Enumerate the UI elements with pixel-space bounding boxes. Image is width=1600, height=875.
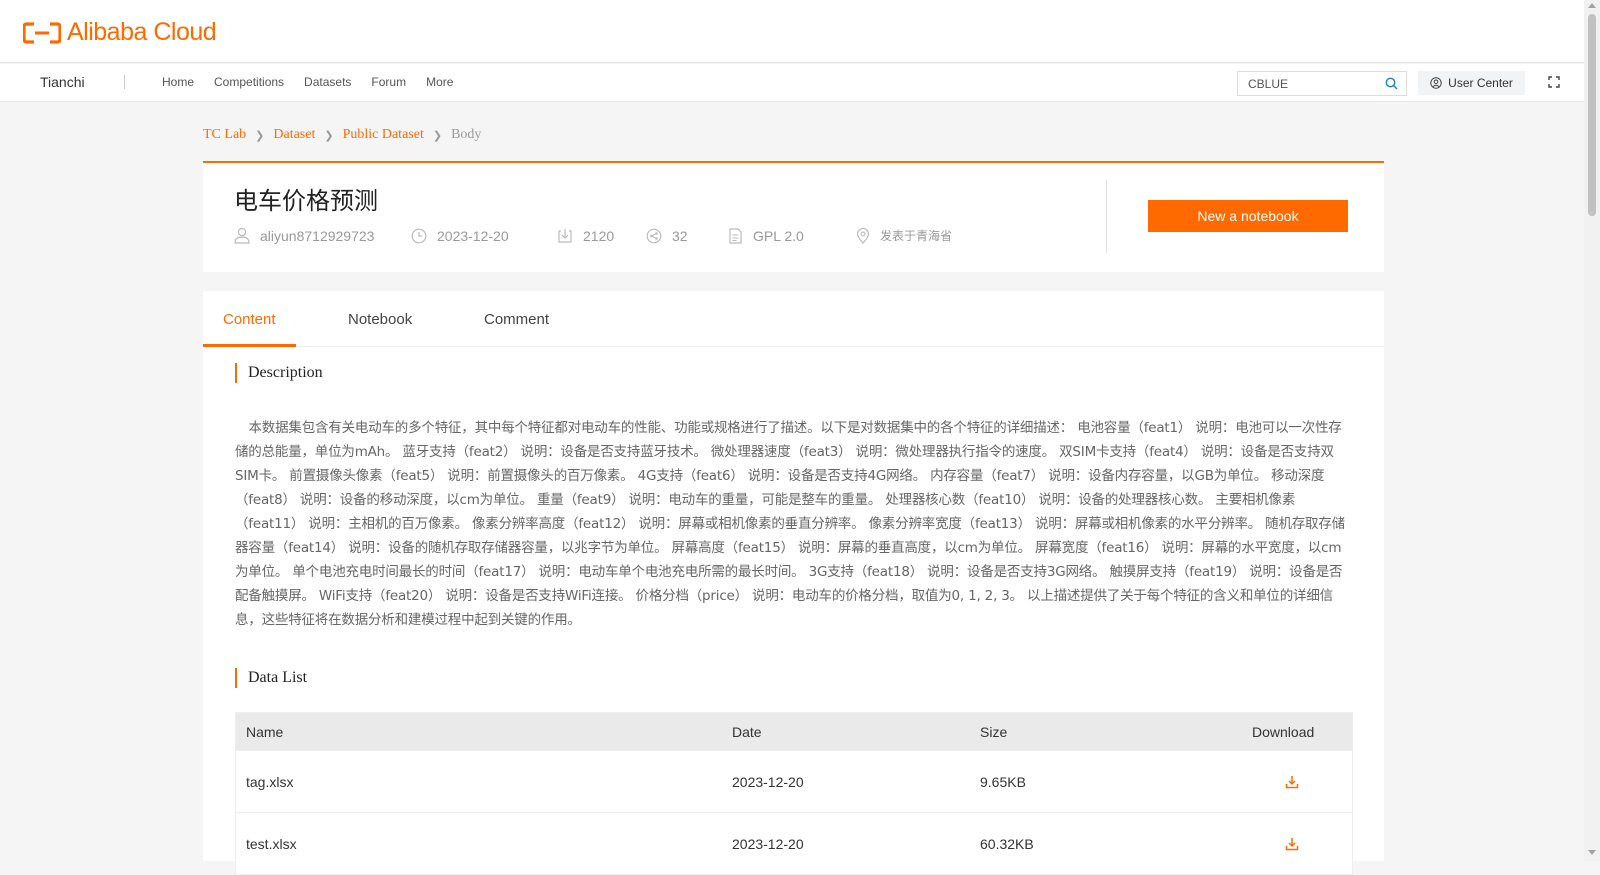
description-text: 本数据集包含有关电动车的多个特征，其中每个特征都对电动车的性能、功能或规格进行了… <box>235 420 1345 628</box>
alibaba-logo-icon <box>23 21 61 44</box>
user-center-label: User Center <box>1448 76 1513 90</box>
header-name: Name <box>246 723 284 740</box>
user-center-button[interactable]: User Center <box>1418 71 1525 95</box>
content-card: Content Notebook Comment Description 本数据… <box>203 291 1384 875</box>
file-size: 9.65KB <box>980 773 1026 790</box>
logo-text: Alibaba Cloud <box>67 18 217 46</box>
download-count: 2120 <box>583 227 615 244</box>
download-icon[interactable] <box>1285 837 1299 851</box>
nav-divider <box>124 75 125 89</box>
dataset-title: 电车价格预测 <box>234 187 378 215</box>
download-icon[interactable] <box>1285 775 1299 789</box>
clock-icon <box>411 228 427 243</box>
fullscreen-icon[interactable] <box>1548 76 1560 88</box>
share-count: 32 <box>672 227 688 244</box>
tab-content[interactable]: Content <box>223 311 276 328</box>
new-notebook-button[interactable]: New a notebook <box>1148 200 1348 232</box>
nav-forum[interactable]: Forum <box>371 75 406 89</box>
nav-bar: Tianchi Home Competitions Datasets Forum… <box>0 64 1584 102</box>
table-row: test.xlsx 2023-12-20 60.32KB <box>236 812 1352 874</box>
file-date: 2023-12-20 <box>732 835 804 852</box>
scroll-up-arrow-icon[interactable] <box>1588 3 1596 8</box>
alibaba-cloud-logo[interactable]: Alibaba Cloud <box>23 18 217 47</box>
user-circle-icon <box>1430 77 1442 89</box>
nav-datasets[interactable]: Datasets <box>304 75 351 89</box>
file-name: tag.xlsx <box>246 773 294 790</box>
publish-date: 2023-12-20 <box>437 227 509 244</box>
file-date: 2023-12-20 <box>732 773 804 790</box>
breadcrumb-dataset[interactable]: Dataset <box>273 127 315 143</box>
scroll-thumb[interactable] <box>1588 14 1596 216</box>
data-list-heading: Data List <box>235 668 307 688</box>
search-box <box>1237 71 1407 96</box>
breadcrumb: TC Lab ❯ Dataset ❯ Public Dataset ❯ Body <box>203 127 481 143</box>
chevron-right-icon: ❯ <box>432 129 443 142</box>
tab-comment[interactable]: Comment <box>484 311 549 328</box>
tab-notebook[interactable]: Notebook <box>348 311 412 328</box>
header-date: Date <box>732 723 762 740</box>
meta-downloads: 2120 <box>557 228 646 244</box>
search-icon[interactable] <box>1385 77 1398 90</box>
download-count-icon <box>558 228 572 243</box>
location-text: 发表于青海省 <box>880 229 953 243</box>
file-name: test.xlsx <box>246 835 297 852</box>
nav-competitions[interactable]: Competitions <box>214 75 284 89</box>
nav-links: Home Competitions Datasets Forum More <box>162 75 473 89</box>
meta-location: 发表于青海省 <box>856 227 952 244</box>
search-input[interactable] <box>1238 72 1378 95</box>
active-tab-indicator <box>203 344 296 347</box>
chevron-right-icon: ❯ <box>324 129 334 142</box>
breadcrumb-current: Body <box>451 127 482 142</box>
page-scrollbar[interactable] <box>1584 0 1600 861</box>
author-name[interactable]: aliyun8712929723 <box>260 228 374 244</box>
scroll-down-arrow-icon[interactable] <box>1588 850 1596 855</box>
file-size: 60.32KB <box>980 835 1034 852</box>
user-icon <box>234 227 250 244</box>
description-heading: Description <box>235 363 323 383</box>
breadcrumb-public-dataset[interactable]: Public Dataset <box>343 127 424 143</box>
location-pin-icon <box>856 227 870 244</box>
site-brand[interactable]: Tianchi <box>40 74 85 90</box>
meta-shares: 32 <box>646 228 728 244</box>
top-header: Alibaba Cloud <box>0 0 1584 63</box>
meta-license: GPL 2.0 <box>728 228 856 244</box>
share-icon <box>646 228 662 243</box>
table-row: tag.xlsx 2023-12-20 9.65KB <box>236 750 1352 812</box>
document-icon <box>729 227 742 244</box>
meta-date: 2023-12-20 <box>411 228 557 244</box>
breadcrumb-tc-lab[interactable]: TC Lab <box>203 127 246 143</box>
header-divider <box>1106 180 1107 253</box>
dataset-meta: aliyun8712929723 2023-12-20 2120 32 GPL … <box>234 227 952 244</box>
chevron-right-icon: ❯ <box>255 129 265 142</box>
nav-home[interactable]: Home <box>162 75 194 89</box>
header-download: Download <box>1252 723 1315 740</box>
meta-author: aliyun8712929723 <box>234 227 411 244</box>
header-size: Size <box>980 723 1008 740</box>
tab-bar: Content Notebook Comment <box>203 291 1384 347</box>
nav-more[interactable]: More <box>426 75 453 89</box>
license: GPL 2.0 <box>753 227 804 244</box>
data-list-table: Name Date Size Download tag.xlsx 2023-12… <box>235 712 1353 875</box>
table-header: Name Date Size Download <box>236 713 1352 750</box>
dataset-header-card: 电车价格预测 aliyun8712929723 2023-12-20 2120 <box>203 161 1384 272</box>
